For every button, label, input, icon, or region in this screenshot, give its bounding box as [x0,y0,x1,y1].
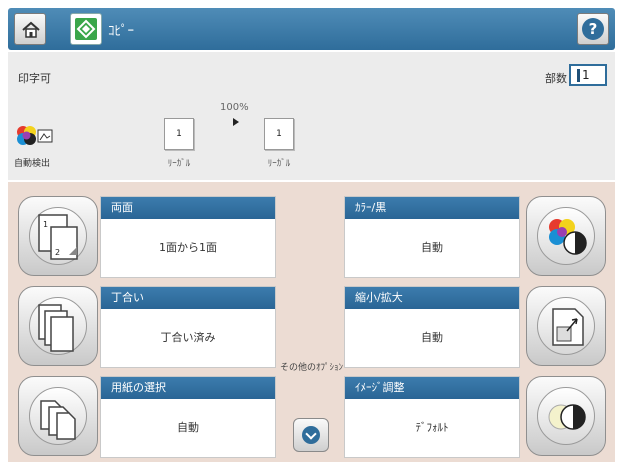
reduce-enlarge-value: 自動 [421,331,443,344]
two-sided-icon: 1 2 [38,214,78,260]
title-bar: ｺﾋﾟｰ ? [8,8,615,50]
reduce-enlarge-button[interactable] [526,286,606,366]
paper-select-button[interactable] [18,376,98,456]
collate-icon [38,304,74,352]
status-area: 印字可 部数 1 100% 1 ﾘｰｶﾞﾙ 1 ﾘｰｶﾞﾙ 自動検出 [8,52,615,180]
color-auto-detect-icon [17,126,53,145]
start-diamond-icon [75,18,97,40]
color-black-icon [549,219,587,255]
home-icon [22,21,40,38]
arrow-right-icon [233,118,239,126]
copies-label: 部数 [545,72,567,85]
collate-button[interactable] [18,286,98,366]
zoom-level: 100% [220,102,249,113]
color-mode-label: 自動検出 [14,159,51,169]
copy-start-icon[interactable] [70,13,102,45]
scroll-down-button[interactable] [293,418,329,452]
image-adjust-value: ﾃﾞﾌｫﾙﾄ [415,421,449,434]
reduce-enlarge-option[interactable]: 縮小/拡大 自動 [344,286,520,368]
svg-text:1: 1 [43,220,48,229]
chevron-down-icon [302,426,320,444]
collate-option[interactable]: 丁合い 丁合い済み [100,286,276,368]
app-title: ｺﾋﾟｰ [108,24,134,39]
sides-button[interactable]: 1 2 [18,196,98,276]
paper-select-value: 自動 [177,421,199,434]
help-button[interactable]: ? [577,13,609,45]
ready-status: 印字可 [18,72,51,85]
image-adjust-title: ｲﾒｰｼﾞ調整 [345,377,519,399]
paper-select-title: 用紙の選択 [101,377,275,399]
color-title: ｶﾗｰ/黒 [345,197,519,219]
home-button[interactable] [14,13,46,45]
copies-input[interactable]: 1 [569,64,607,86]
sides-value: 1面から1面 [159,241,217,254]
output-size-label: ﾘｰｶﾞﾙ [267,159,291,169]
color-value: 自動 [421,241,443,254]
sides-option[interactable]: 両面 1面から1面 [100,196,276,278]
contrast-icon [548,404,586,430]
paper-stack-icon [40,400,76,440]
color-option[interactable]: ｶﾗｰ/黒 自動 [344,196,520,278]
reduce-enlarge-title: 縮小/拡大 [345,287,519,309]
resize-page-icon [552,308,584,346]
help-icon: ? [582,18,604,40]
copies-value: 1 [582,68,590,82]
collate-title: 丁合い [101,287,275,309]
original-page-preview: 1 [164,118,194,150]
output-page-preview: 1 [264,118,294,150]
paper-select-option[interactable]: 用紙の選択 自動 [100,376,276,458]
collate-value: 丁合い済み [160,331,216,344]
original-size-label: ﾘｰｶﾞﾙ [167,159,191,169]
options-area: 1 2 両面 1面から1面 丁合い 丁合い済み 用紙の選択 自動 その他のｵﾌﾟ… [8,182,615,462]
svg-text:2: 2 [55,248,60,257]
color-button[interactable] [526,196,606,276]
text-cursor [577,69,580,82]
sides-title: 両面 [101,197,275,219]
more-options-label: その他のｵﾌﾟｼｮﾝ [280,363,344,373]
image-adjust-button[interactable] [526,376,606,456]
image-adjust-option[interactable]: ｲﾒｰｼﾞ調整 ﾃﾞﾌｫﾙﾄ [344,376,520,458]
